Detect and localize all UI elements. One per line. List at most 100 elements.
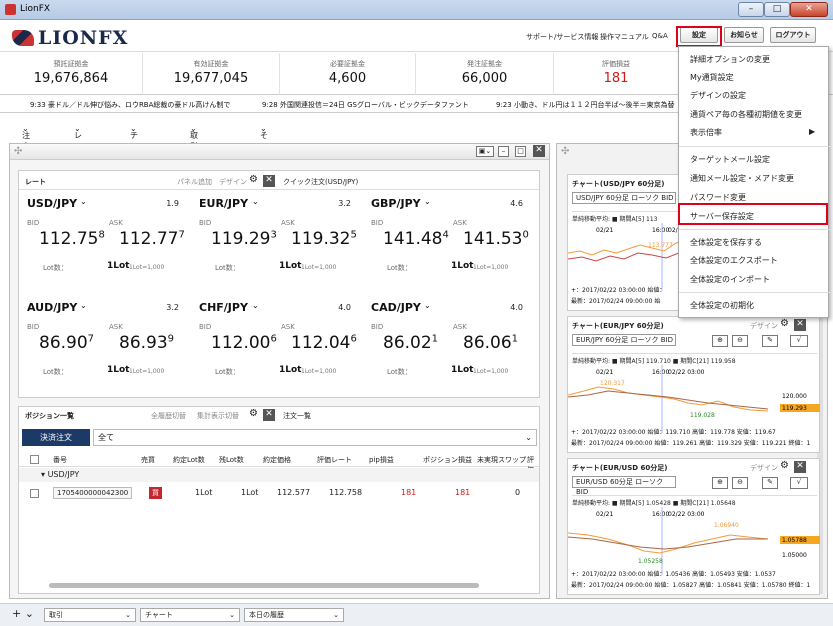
gear-icon[interactable]: ⚙	[249, 174, 258, 185]
horizontal-scrollbar[interactable]	[49, 583, 479, 588]
menu-target-mail[interactable]: ターゲットメール設定	[690, 154, 770, 165]
bid-price[interactable]: 119.293	[211, 229, 277, 249]
menu-detail-options[interactable]: 詳細オプションの変更	[690, 54, 770, 65]
rate-tile[interactable]: GBP/JPY ⌄ 4.6 BID ASK 141.484 141.530 Lot数： 1Lot…	[365, 193, 531, 289]
panel-maximize-icon[interactable]: □	[515, 146, 526, 157]
faq-link[interactable]: Q&A	[652, 32, 668, 40]
menu-save-all[interactable]: 全体設定を保存する	[690, 237, 762, 248]
menu-pair-defaults[interactable]: 通貨ペア毎の各種初期値を変更	[690, 109, 802, 120]
zoom-in-icon[interactable]: ⊕	[712, 335, 728, 347]
chevron-down-icon[interactable]: ⌄	[424, 197, 431, 206]
zoom-out-icon[interactable]: ⊖	[732, 335, 748, 347]
manual-link[interactable]: 操作マニュアル	[600, 32, 649, 42]
quick-order-label[interactable]: クイック注文(USD/JPY)	[283, 177, 358, 187]
menu-order[interactable]: 注文 ⌄	[22, 124, 30, 151]
order-list-link[interactable]: 注文一覧	[283, 411, 311, 421]
menu-export-all[interactable]: 全体設定のエクスポート	[690, 255, 778, 266]
close-icon[interactable]: ✕	[263, 409, 275, 421]
menu-password[interactable]: パスワード変更	[690, 192, 746, 203]
minimize-button[interactable]: –	[738, 2, 764, 17]
design-link[interactable]: デザイン	[750, 463, 778, 473]
filter-select[interactable]: 全て ⌄	[93, 429, 537, 446]
notice-button[interactable]: お知らせ	[724, 27, 764, 43]
gear-icon[interactable]: ⚙	[780, 460, 789, 471]
bid-price[interactable]: 112.006	[211, 333, 277, 353]
add-panel-link[interactable]: パネル追加	[177, 177, 212, 187]
bid-price[interactable]: 86.907	[39, 333, 94, 353]
pair-label[interactable]: CAD/JPY	[371, 301, 421, 314]
menu-my-currency[interactable]: My通貨設定	[690, 72, 734, 83]
chart-plot[interactable]: 02/21 16:00 02/22 03:00 120.317 119.028 …	[568, 365, 821, 433]
ask-price[interactable]: 86.061	[463, 333, 518, 353]
news-item[interactable]: 9:28 外国関連投信＝24日 GSグローバル・ビックデータファント	[262, 100, 469, 110]
rate-tile[interactable]: CHF/JPY ⌄ 4.0 BID ASK 112.006 112.046 Lot数： 1Lot…	[193, 297, 359, 393]
zoom-out-icon[interactable]: ⊖	[732, 477, 748, 489]
support-link[interactable]: サポート/サービス情報	[526, 32, 598, 42]
chart-select[interactable]: EUR/JPY 60分足 ローソク BID	[572, 334, 676, 346]
chevron-down-icon[interactable]: ⌄	[252, 197, 259, 206]
menu-reset-all[interactable]: 全体設定の初期化	[690, 300, 754, 311]
group-row[interactable]: ▾ USD/JPY	[19, 468, 539, 482]
pair-label[interactable]: EUR/JPY	[199, 197, 248, 210]
close-icon[interactable]: ✕	[794, 319, 806, 331]
tab-trade[interactable]: 取引 ⌄	[44, 608, 136, 622]
news-item[interactable]: 9:33 豪ドル／ドル伸び悩み、ロウRBA総裁の豪ドル高けん制で	[30, 100, 230, 110]
zoom-in-icon[interactable]: ⊕	[712, 477, 728, 489]
indicator-icon[interactable]: √	[790, 477, 808, 489]
menu-rate[interactable]: レート ⌄	[74, 124, 82, 162]
lot-value[interactable]: 1Lot	[107, 365, 129, 375]
gear-icon[interactable]: ⚙	[780, 318, 789, 329]
menu-notify-mail[interactable]: 通知メール設定・メアド変更	[690, 173, 794, 184]
close-icon[interactable]: ✕	[794, 461, 806, 473]
news-ticker[interactable]: 9:33 豪ドル／ドル伸び悩み、ロウRBA総裁の豪ドル高けん制で 9:28 外国…	[0, 96, 680, 113]
menu-other-info[interactable]: その他情報 ⌄	[260, 124, 268, 184]
tab-chart[interactable]: チャート ⌄	[140, 608, 240, 622]
pair-label[interactable]: GBP/JPY	[371, 197, 421, 210]
lot-value[interactable]: 1Lot	[279, 261, 301, 271]
ask-price[interactable]: 112.046	[291, 333, 357, 353]
ask-price[interactable]: 86.939	[119, 333, 174, 353]
pair-label[interactable]: CHF/JPY	[199, 301, 248, 314]
panel-minimize-icon[interactable]: –	[498, 146, 509, 157]
bid-price[interactable]: 86.021	[383, 333, 438, 353]
select-all-checkbox[interactable]	[30, 455, 39, 464]
close-button[interactable]: ✕	[790, 2, 828, 17]
close-icon[interactable]: ✕	[263, 175, 275, 187]
row-checkbox[interactable]	[30, 489, 39, 498]
gear-icon[interactable]: ⚙	[249, 408, 258, 419]
ask-price[interactable]: 141.530	[463, 229, 529, 249]
bid-price[interactable]: 141.484	[383, 229, 449, 249]
settle-order-button[interactable]: 決済注文	[22, 429, 90, 446]
table-row[interactable]: 1705400000042300 買 1Lot 1Lot 112.577 112…	[19, 485, 539, 503]
panel-close-icon[interactable]: ✕	[533, 145, 545, 157]
chart-select[interactable]: EUR/USD 60分足 ローソク BID	[572, 476, 676, 496]
rate-tile[interactable]: CAD/JPY ⌄ 4.0 BID ASK 86.021 86.061 Lot数： 1Lot 1L…	[365, 297, 531, 393]
chevron-down-icon[interactable]: ⌄	[252, 301, 259, 310]
design-link[interactable]: デザイン	[750, 321, 778, 331]
design-link[interactable]: デザイン	[219, 177, 247, 187]
pen-icon[interactable]: ✎	[762, 335, 778, 347]
lot-value[interactable]: 1Lot	[279, 365, 301, 375]
bid-price[interactable]: 112.758	[39, 229, 105, 249]
aggregate-toggle[interactable]: 集計表示切替	[197, 411, 239, 421]
lot-value[interactable]: 1Lot	[451, 365, 473, 375]
chart-select[interactable]: USD/JPY 60分足 ローソク BID	[572, 192, 676, 204]
move-handle-icon[interactable]: ✣	[561, 146, 569, 157]
tab-today-history[interactable]: 本日の履歴 ⌄	[244, 608, 344, 622]
chevron-down-icon[interactable]: ⌄	[80, 197, 87, 206]
history-toggle[interactable]: 全履歴切替	[151, 411, 186, 421]
move-handle-icon[interactable]: ✣	[14, 146, 22, 157]
menu-chart[interactable]: チャート ⌄	[130, 124, 138, 173]
lot-value[interactable]: 1Lot	[107, 261, 129, 271]
ask-price[interactable]: 119.325	[291, 229, 357, 249]
ask-price[interactable]: 112.777	[119, 229, 185, 249]
panel-menu-icon[interactable]: ▣⌄	[476, 146, 494, 157]
rate-tile[interactable]: AUD/JPY ⌄ 3.2 BID ASK 86.907 86.939 Lot数： 1Lot 1L…	[21, 297, 187, 393]
chevron-down-icon[interactable]: ⌄	[424, 301, 431, 310]
menu-design-settings[interactable]: デザインの設定	[690, 90, 746, 101]
chart-plot[interactable]: 02/21 16:00 02/22 03:00 1.06940 1.05258 …	[568, 507, 821, 575]
pair-label[interactable]: USD/JPY	[27, 197, 77, 210]
logout-button[interactable]: ログアウト	[770, 27, 816, 43]
maximize-button[interactable]: □	[764, 2, 790, 17]
rate-tile[interactable]: EUR/JPY ⌄ 3.2 BID ASK 119.293 119.325 Lot数： 1Lot…	[193, 193, 359, 289]
